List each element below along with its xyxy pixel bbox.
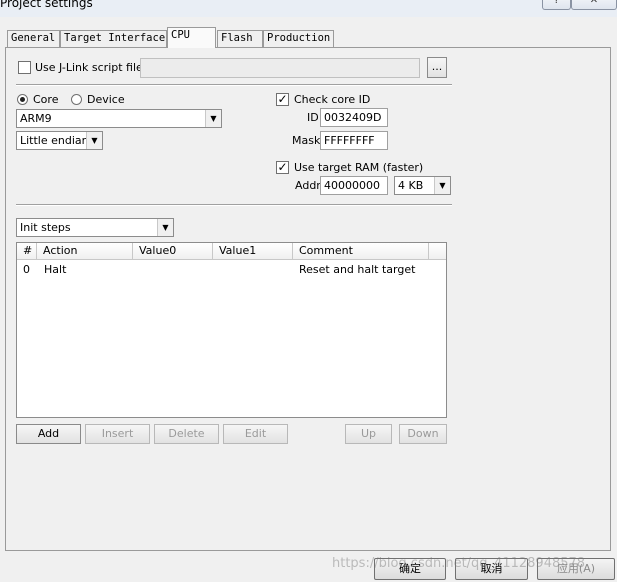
- row-comment: Reset and halt target: [299, 263, 416, 276]
- separator: [16, 84, 452, 86]
- use-target-ram-label: Use target RAM (faster): [294, 161, 424, 174]
- jlink-script-label: Use J-Link script file: [35, 61, 143, 74]
- column-header-comment[interactable]: Comment: [293, 243, 429, 260]
- chevron-down-icon: ▼: [157, 219, 173, 236]
- up-button[interactable]: Up: [345, 424, 392, 444]
- tab-cpu[interactable]: CPU: [167, 27, 216, 48]
- close-button[interactable]: ✕: [571, 0, 617, 10]
- cancel-button[interactable]: 取消: [455, 558, 528, 580]
- edit-button[interactable]: Edit: [223, 424, 288, 444]
- chevron-down-icon: ▼: [434, 177, 450, 194]
- help-icon: ?: [553, 0, 560, 6]
- column-header-number[interactable]: #: [17, 243, 37, 260]
- core-radio-label: Core: [33, 93, 59, 106]
- chevron-down-icon: ▼: [205, 110, 221, 127]
- tab-label: Flash: [221, 32, 253, 44]
- ram-addr-input[interactable]: 40000000: [320, 176, 388, 195]
- window-title: Project settings: [0, 0, 93, 10]
- tab-label: Target Interface: [64, 32, 166, 44]
- tab-label: General: [11, 32, 56, 44]
- title-bar: Project settings ? ✕: [0, 0, 617, 17]
- core-select-value: ARM9: [20, 112, 52, 125]
- tab-production[interactable]: Production: [263, 30, 334, 47]
- check-core-id-checkbox[interactable]: ✓: [276, 93, 289, 106]
- addr-label: Addr: [295, 179, 321, 192]
- column-header-filler: [429, 243, 446, 260]
- column-header-value1[interactable]: Value1: [213, 243, 293, 260]
- separator: [16, 204, 452, 206]
- core-id-input[interactable]: 0032409D: [320, 108, 388, 127]
- device-radio[interactable]: [71, 94, 82, 105]
- column-header-value0[interactable]: Value0: [133, 243, 213, 260]
- tab-label: Production: [267, 32, 331, 44]
- mask-label: Mask: [292, 134, 321, 147]
- close-icon: ✕: [589, 0, 599, 6]
- down-button[interactable]: Down: [399, 424, 447, 444]
- tab-label: CPU: [171, 29, 190, 41]
- ok-button[interactable]: 确定: [374, 558, 446, 580]
- check-core-id-label: Check core ID: [294, 93, 371, 106]
- insert-button[interactable]: Insert: [85, 424, 150, 444]
- row-number: 0: [23, 263, 30, 276]
- jlink-script-checkbox[interactable]: [18, 61, 31, 74]
- column-header-action[interactable]: Action: [37, 243, 133, 260]
- jlink-script-path-input[interactable]: [140, 58, 420, 78]
- core-radio[interactable]: [17, 94, 28, 105]
- steps-select-value: Init steps: [20, 221, 71, 234]
- row-action: Halt: [44, 263, 67, 276]
- core-select[interactable]: ARM9 ▼: [16, 109, 222, 128]
- endian-select[interactable]: Little endian ▼: [16, 131, 103, 150]
- apply-button[interactable]: 应用(A): [537, 558, 615, 580]
- core-id-label: ID: [307, 111, 319, 124]
- mask-input[interactable]: FFFFFFFF: [320, 131, 388, 150]
- chevron-down-icon: ▼: [86, 132, 102, 149]
- device-radio-label: Device: [87, 93, 125, 106]
- tab-general[interactable]: General: [7, 30, 60, 47]
- browse-button[interactable]: ...: [427, 57, 447, 78]
- steps-select[interactable]: Init steps ▼: [16, 218, 174, 237]
- ram-size-value: 4 KB: [398, 179, 424, 192]
- tab-target-interface[interactable]: Target Interface: [60, 30, 167, 47]
- use-target-ram-checkbox[interactable]: ✓: [276, 161, 289, 174]
- help-button[interactable]: ?: [542, 0, 571, 10]
- ram-size-select[interactable]: 4 KB ▼: [394, 176, 451, 195]
- steps-list[interactable]: # Action Value0 Value1 Comment 0 Halt Re…: [16, 242, 447, 418]
- tab-flash[interactable]: Flash: [217, 30, 263, 47]
- add-button[interactable]: Add: [16, 424, 81, 444]
- delete-button[interactable]: Delete: [154, 424, 219, 444]
- endian-select-value: Little endian: [20, 134, 89, 147]
